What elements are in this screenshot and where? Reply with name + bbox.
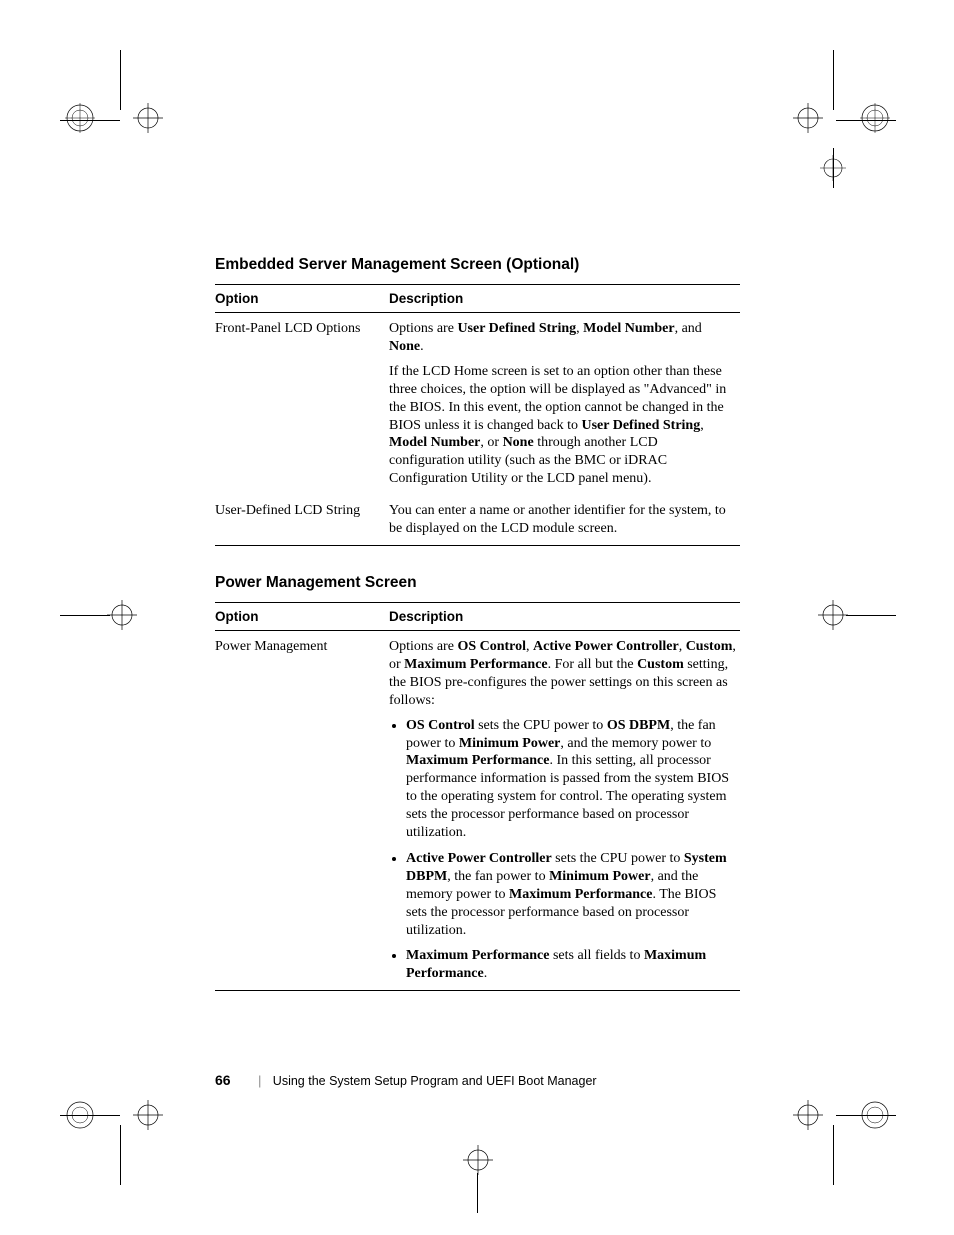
registration-mark xyxy=(793,103,823,133)
registration-mark xyxy=(107,600,137,630)
registration-mark xyxy=(65,103,95,133)
option-cell: Power Management xyxy=(215,630,389,990)
registration-mark xyxy=(133,1100,163,1130)
col-description: Description xyxy=(389,602,740,630)
registration-mark xyxy=(860,103,890,133)
registration-mark xyxy=(820,155,846,181)
page-footer: 66 | Using the System Setup Program and … xyxy=(215,1072,597,1088)
option-cell: User-Defined LCD String xyxy=(215,495,389,545)
col-description: Description xyxy=(389,285,740,313)
table-row: Power Management Options are OS Control,… xyxy=(215,630,740,990)
embedded-table: Option Description Front-Panel LCD Optio… xyxy=(215,284,740,546)
table-row: Front-Panel LCD Options Options are User… xyxy=(215,313,740,496)
description-cell: Options are User Defined String, Model N… xyxy=(389,313,740,496)
registration-mark xyxy=(860,1100,890,1130)
registration-mark xyxy=(793,1100,823,1130)
footer-title: Using the System Setup Program and UEFI … xyxy=(273,1074,597,1088)
section-heading-power: Power Management Screen xyxy=(215,574,740,592)
registration-mark xyxy=(133,103,163,133)
footer-separator: | xyxy=(258,1074,261,1088)
description-cell: You can enter a name or another identifi… xyxy=(389,495,740,545)
description-cell: Options are OS Control, Active Power Con… xyxy=(389,630,740,990)
col-option: Option xyxy=(215,285,389,313)
section-heading-embedded: Embedded Server Management Screen (Optio… xyxy=(215,256,740,274)
col-option: Option xyxy=(215,602,389,630)
registration-mark xyxy=(818,600,848,630)
page-number: 66 xyxy=(215,1072,231,1088)
power-table: Option Description Power Management Opti… xyxy=(215,602,740,991)
option-cell: Front-Panel LCD Options xyxy=(215,313,389,496)
page-content: Embedded Server Management Screen (Optio… xyxy=(215,256,740,1019)
table-row: User-Defined LCD String You can enter a … xyxy=(215,495,740,545)
registration-mark xyxy=(65,1100,95,1130)
registration-mark xyxy=(463,1145,493,1175)
